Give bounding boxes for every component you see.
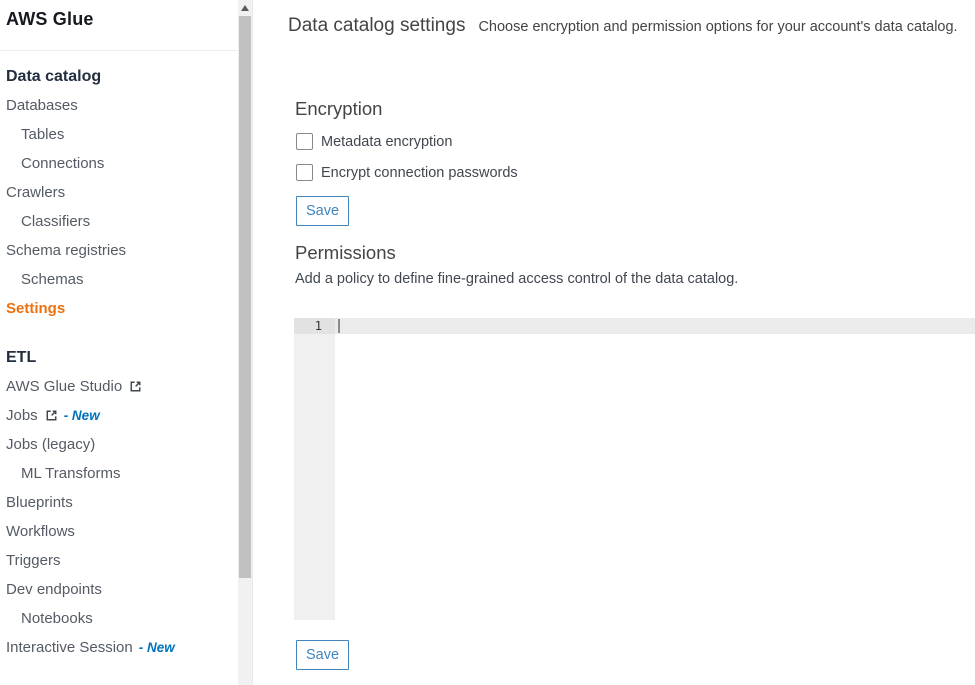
permissions-description: Add a policy to define fine-grained acce… [295,271,738,287]
aws-glue-console: AWS Glue Data catalog Databases Tables C… [0,0,975,685]
encrypt-passwords-label: Encrypt connection passwords [321,165,518,181]
permissions-heading: Permissions [295,242,396,264]
external-link-icon [45,407,58,424]
sidebar-item-connections[interactable]: Connections [0,149,238,178]
encrypt-passwords-checkbox[interactable] [296,164,313,181]
encrypt-passwords-row: Encrypt connection passwords [296,164,518,181]
main-content: Data catalog settings Choose encryption … [254,0,975,685]
sidebar-nav: Data catalog Databases Tables Connection… [0,62,238,662]
editor-content[interactable] [335,318,975,620]
sidebar-item-workflows[interactable]: Workflows [0,517,238,546]
encryption-save-button[interactable]: Save [296,196,349,226]
sidebar-item-schemas[interactable]: Schemas [0,265,238,294]
sidebar-item-label: Jobs [6,407,38,424]
page-header: Data catalog settings Choose encryption … [288,15,958,37]
sidebar-item-jobs[interactable]: Jobs - New [0,401,238,430]
policy-editor[interactable]: 1 [294,318,975,620]
sidebar-item-aws-glue-studio[interactable]: AWS Glue Studio [0,372,238,401]
sidebar-divider [0,50,238,51]
line-number: 1 [294,318,335,334]
metadata-encryption-checkbox[interactable] [296,133,313,150]
sidebar-item-label: Interactive Session [6,639,133,656]
sidebar-item-label: AWS Glue Studio [6,378,122,395]
sidebar-item-dev-endpoints[interactable]: Dev endpoints [0,575,238,604]
app-title: AWS Glue [0,0,238,30]
sidebar-section-data-catalog: Data catalog [0,62,238,91]
new-badge: - New [139,640,175,655]
editor-gutter: 1 [294,318,335,620]
page-title: Data catalog settings [288,15,465,37]
text-cursor [338,319,340,333]
sidebar-item-notebooks[interactable]: Notebooks [0,604,238,633]
sidebar-item-classifiers[interactable]: Classifiers [0,207,238,236]
sidebar: AWS Glue Data catalog Databases Tables C… [0,0,238,685]
active-line-highlight [335,318,975,334]
sidebar-item-settings[interactable]: Settings [0,294,238,323]
new-badge: - New [64,408,100,423]
metadata-encryption-label: Metadata encryption [321,134,452,150]
sidebar-section-etl: ETL [0,343,238,372]
sidebar-item-blueprints[interactable]: Blueprints [0,488,238,517]
permissions-save-button[interactable]: Save [296,640,349,670]
sidebar-item-ml-transforms[interactable]: ML Transforms [0,459,238,488]
sidebar-item-crawlers[interactable]: Crawlers [0,178,238,207]
external-link-icon [129,378,142,395]
scrollbar-thumb[interactable] [239,16,251,578]
sidebar-item-triggers[interactable]: Triggers [0,546,238,575]
metadata-encryption-row: Metadata encryption [296,133,452,150]
encryption-heading: Encryption [295,98,382,120]
sidebar-item-tables[interactable]: Tables [0,120,238,149]
sidebar-item-jobs-legacy[interactable]: Jobs (legacy) [0,430,238,459]
sidebar-item-interactive-session[interactable]: Interactive Session - New [0,633,238,662]
sidebar-scrollbar[interactable] [238,0,253,685]
sidebar-item-databases[interactable]: Databases [0,91,238,120]
sidebar-item-schema-registries[interactable]: Schema registries [0,236,238,265]
page-subtitle: Choose encryption and permission options… [478,19,957,35]
scroll-up-icon[interactable] [241,5,249,11]
